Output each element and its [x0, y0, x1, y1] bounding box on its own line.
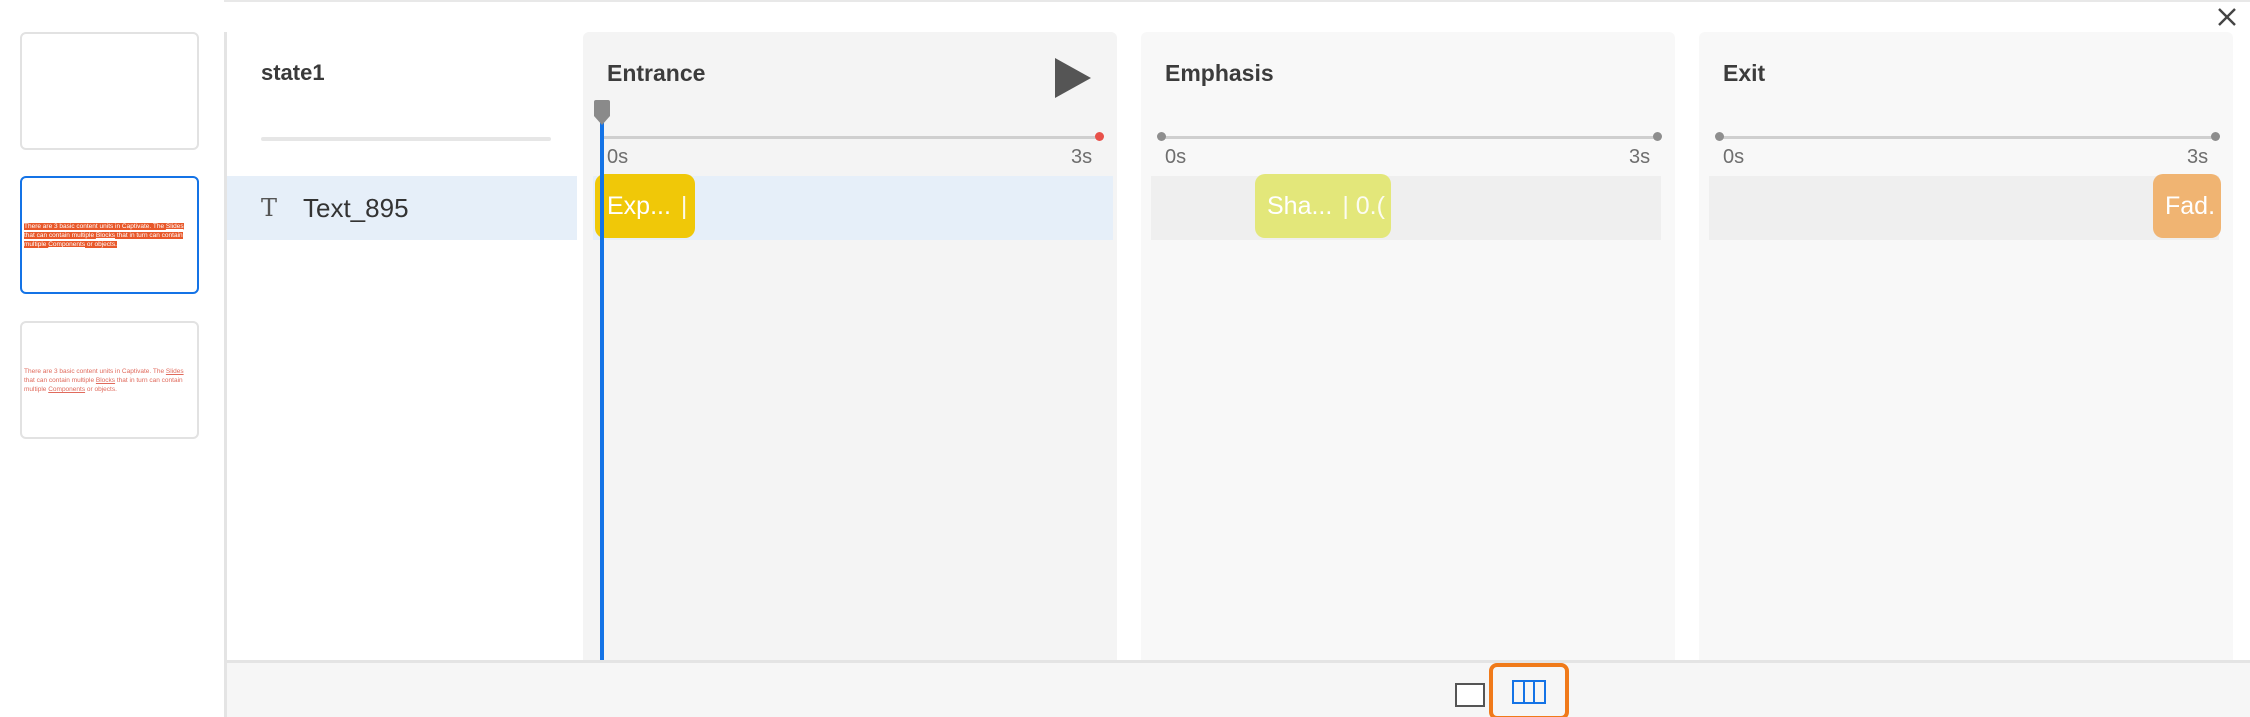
state-thumbnails-panel: There are 3 basic content units in Capti…	[0, 0, 224, 717]
clip-separator: | 0.(	[1342, 191, 1385, 220]
thumbnail-preview-text: There are 3 basic content units in Capti…	[24, 368, 184, 393]
play-icon[interactable]	[1053, 56, 1093, 100]
emphasis-lane	[1151, 176, 1661, 240]
entrance-column: Entrance 0s 3s Exp... |	[583, 32, 1117, 660]
object-list-panel: state1 T Text_895	[227, 32, 577, 660]
state-thumbnail-3[interactable]: There are 3 basic content units in Capti…	[20, 321, 199, 439]
emphasis-start-marker[interactable]	[1157, 132, 1166, 141]
exit-end-label: 3s	[2187, 146, 2209, 168]
single-view-icon[interactable]	[1455, 683, 1485, 707]
entrance-end-marker[interactable]	[1095, 132, 1104, 141]
state-thumbnail-2[interactable]: There are 3 basic content units in Capti…	[20, 176, 199, 294]
text-type-icon: T	[261, 194, 278, 222]
state-header-divider	[261, 137, 551, 141]
playhead-handle-icon[interactable]	[593, 100, 611, 126]
exit-effect-clip[interactable]: Fad.	[2153, 174, 2221, 238]
exit-lane	[1709, 176, 2219, 240]
emphasis-end-label: 3s	[1629, 146, 1651, 168]
entrance-end-label: 3s	[1071, 146, 1093, 168]
exit-start-marker[interactable]	[1715, 132, 1724, 141]
exit-end-marker[interactable]	[2211, 132, 2220, 141]
exit-title: Exit	[1723, 60, 1766, 86]
exit-column: Exit 0s 3s Fad.	[1699, 32, 2233, 660]
top-border	[0, 0, 2250, 2]
close-button[interactable]	[2212, 2, 2242, 32]
exit-start-label: 0s	[1723, 146, 1745, 168]
clip-label: Sha...	[1267, 191, 1333, 220]
emphasis-effect-clip[interactable]: Sha... | 0.(	[1255, 174, 1391, 238]
clip-label: Exp...	[607, 191, 671, 220]
state-thumbnail-1[interactable]	[20, 32, 199, 150]
state-title: state1	[261, 60, 325, 85]
thumbnail-preview-text: There are 3 basic content units in Capti…	[24, 223, 184, 248]
entrance-effect-clip[interactable]: Exp... |	[595, 174, 695, 238]
object-row-text[interactable]: T Text_895	[227, 176, 577, 240]
exit-timeline-track	[1719, 136, 2215, 139]
entrance-start-label: 0s	[607, 146, 629, 168]
clip-separator: |	[680, 191, 688, 220]
close-icon	[2218, 8, 2236, 26]
emphasis-title: Emphasis	[1165, 60, 1274, 86]
emphasis-end-marker[interactable]	[1653, 132, 1662, 141]
emphasis-column: Emphasis 0s 3s Sha... | 0.(	[1141, 32, 1675, 660]
multi-column-view-button[interactable]	[1489, 663, 1569, 717]
object-name: Text_895	[303, 192, 409, 223]
clip-label: Fad.	[2165, 191, 2216, 220]
emphasis-start-label: 0s	[1165, 146, 1187, 168]
multi-column-view-icon	[1512, 679, 1546, 704]
emphasis-timeline-track	[1161, 136, 1657, 139]
entrance-timeline-track	[603, 136, 1099, 139]
playhead-line[interactable]	[600, 106, 604, 660]
entrance-title: Entrance	[607, 60, 706, 86]
view-toggle-bar	[227, 660, 2250, 717]
